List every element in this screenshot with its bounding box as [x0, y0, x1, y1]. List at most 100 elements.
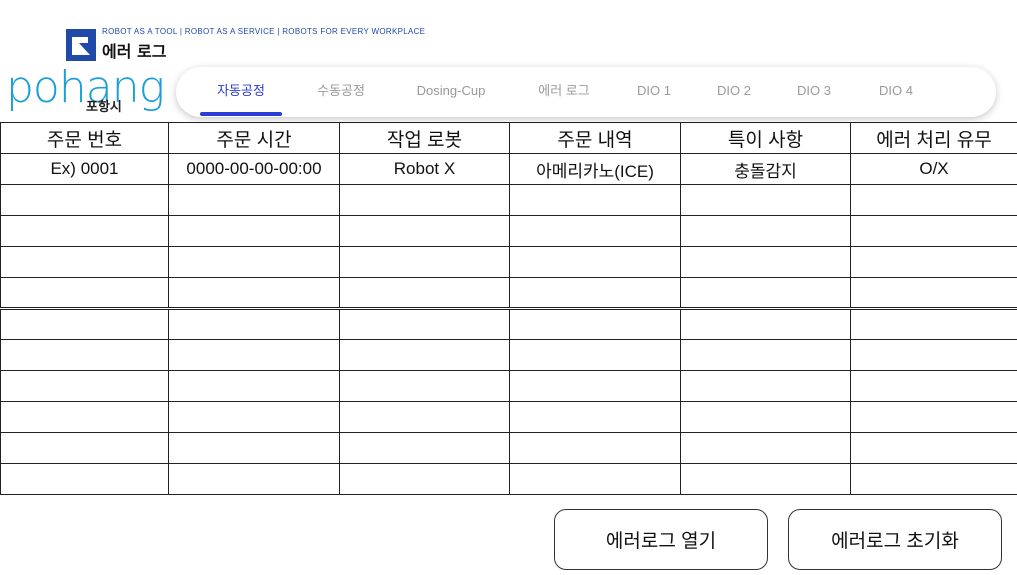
cell-order-time — [168, 401, 340, 433]
cell-order-details — [509, 339, 681, 371]
tab-dio-3[interactable]: DIO 3 — [784, 67, 844, 117]
cell-error-handled — [850, 401, 1017, 433]
cell-order-number — [0, 184, 169, 216]
cell-order-details — [509, 246, 681, 278]
cell-order-number — [0, 339, 169, 371]
tab-bar: 자동공정 수동공정 Dosing-Cup 에러 로그 DIO 1 DIO 2 D… — [176, 67, 996, 117]
cell-error-handled — [850, 339, 1017, 371]
cell-robot — [339, 432, 510, 464]
tab-dosing-cup[interactable]: Dosing-Cup — [401, 67, 501, 117]
cell-order-time — [168, 277, 340, 310]
cell-order-number: Ex) 0001 — [0, 153, 169, 185]
table-row — [0, 184, 1017, 216]
open-error-log-button[interactable]: 에러로그 열기 — [554, 509, 768, 570]
cell-order-time — [168, 432, 340, 464]
cell-robot — [339, 184, 510, 216]
cell-notes: 충돌감지 — [680, 153, 851, 185]
cell-order-details — [509, 401, 681, 433]
cell-order-number — [0, 215, 169, 247]
cell-order-number — [0, 246, 169, 278]
cell-robot — [339, 215, 510, 247]
column-header-order-details: 주문 내역 — [509, 122, 681, 154]
tab-auto-process[interactable]: 자동공정 — [198, 67, 284, 117]
cell-robot — [339, 401, 510, 433]
table-row — [0, 215, 1017, 247]
table-row — [0, 370, 1017, 402]
cell-order-number — [0, 370, 169, 402]
cell-order-number — [0, 463, 169, 495]
tab-manual-process[interactable]: 수동공정 — [298, 67, 384, 117]
cell-order-number — [0, 277, 169, 310]
cell-notes — [680, 432, 851, 464]
cell-robot — [339, 246, 510, 278]
cell-order-details — [509, 432, 681, 464]
cell-error-handled — [850, 370, 1017, 402]
cell-robot — [339, 339, 510, 371]
cell-order-details — [509, 277, 681, 310]
cell-robot — [339, 370, 510, 402]
cell-error-handled — [850, 246, 1017, 278]
column-header-robot: 작업 로봇 — [339, 122, 510, 154]
cell-notes — [680, 401, 851, 433]
cell-notes — [680, 246, 851, 278]
cell-order-details — [509, 370, 681, 402]
reset-error-log-button[interactable]: 에러로그 초기화 — [788, 509, 1002, 570]
cell-error-handled — [850, 463, 1017, 495]
tab-dio-1[interactable]: DIO 1 — [624, 67, 684, 117]
cell-order-details — [509, 184, 681, 216]
cell-order-details — [509, 308, 681, 340]
cell-order-number — [0, 308, 169, 340]
cell-robot: Robot X — [339, 153, 510, 185]
cell-error-handled — [850, 215, 1017, 247]
cell-order-time — [168, 370, 340, 402]
cell-order-time — [168, 339, 340, 371]
table-row — [0, 463, 1017, 495]
tab-error-log[interactable]: 에러 로그 — [521, 67, 607, 117]
cell-error-handled — [850, 432, 1017, 464]
cell-error-handled — [850, 277, 1017, 310]
column-header-order-number: 주문 번호 — [0, 122, 169, 154]
cell-order-details — [509, 463, 681, 495]
cell-notes — [680, 463, 851, 495]
table-row — [0, 401, 1017, 433]
cell-order-details — [509, 215, 681, 247]
cell-notes — [680, 184, 851, 216]
column-header-order-time: 주문 시간 — [168, 122, 340, 154]
table-row — [0, 339, 1017, 371]
cell-robot — [339, 463, 510, 495]
table-header-row: 주문 번호 주문 시간 작업 로봇 주문 내역 특이 사항 에러 처리 유무 — [0, 122, 1017, 154]
cell-order-time — [168, 308, 340, 340]
cell-error-handled: O/X — [850, 153, 1017, 185]
column-header-notes: 특이 사항 — [680, 122, 851, 154]
cell-error-handled — [850, 308, 1017, 340]
city-logo: pohang 포항시 — [6, 62, 166, 118]
city-logo-wordmark: pohang — [6, 62, 165, 113]
cell-order-details: 아메리카노(ICE) — [509, 153, 681, 185]
cell-order-time — [168, 463, 340, 495]
cell-notes — [680, 308, 851, 340]
cell-order-time — [168, 246, 340, 278]
cell-robot — [339, 308, 510, 340]
cell-order-time: 0000-00-00-00:00 — [168, 153, 340, 185]
error-log-table: 주문 번호 주문 시간 작업 로봇 주문 내역 특이 사항 에러 처리 유무 E… — [0, 122, 1017, 495]
city-logo-subtitle: 포항시 — [86, 100, 122, 115]
cell-order-time — [168, 184, 340, 216]
page-title: 에러 로그 — [102, 42, 167, 61]
cell-notes — [680, 215, 851, 247]
cell-notes — [680, 277, 851, 310]
cell-notes — [680, 370, 851, 402]
tab-dio-2[interactable]: DIO 2 — [704, 67, 764, 117]
cell-order-time — [168, 215, 340, 247]
cell-error-handled — [850, 184, 1017, 216]
tab-dio-4[interactable]: DIO 4 — [866, 67, 926, 117]
table-row — [0, 246, 1017, 278]
cell-notes — [680, 339, 851, 371]
cell-order-number — [0, 432, 169, 464]
active-tab-indicator — [200, 112, 282, 116]
table-row — [0, 277, 1017, 310]
cell-order-number — [0, 401, 169, 433]
table-row: Ex) 0001 0000-00-00-00:00 Robot X 아메리카노(ICE… — [0, 153, 1017, 185]
tagline: ROBOT AS A TOOL | ROBOT AS A SERVICE | R… — [102, 27, 426, 36]
cell-robot — [339, 277, 510, 310]
table-row — [0, 432, 1017, 464]
